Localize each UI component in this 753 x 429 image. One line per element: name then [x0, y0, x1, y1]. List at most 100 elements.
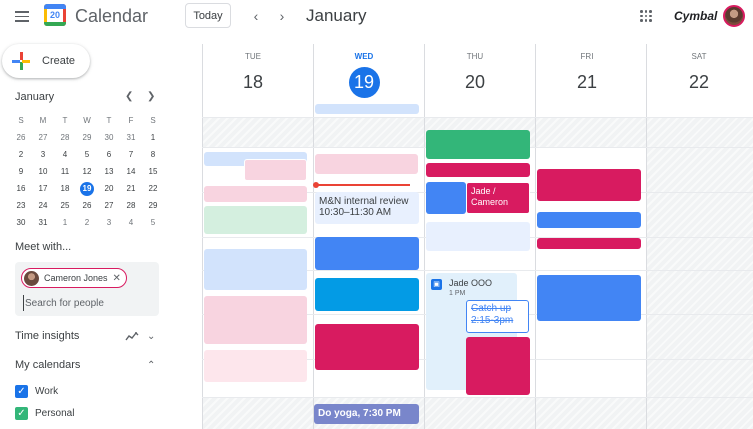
event-title: Do yoga, 7:30 PM	[318, 408, 401, 419]
mini-day[interactable]: 13	[98, 163, 120, 180]
mini-day[interactable]: 3	[32, 146, 54, 163]
calendar-event[interactable]	[204, 296, 307, 344]
mini-day[interactable]: 28	[54, 129, 76, 146]
chevron-up-icon[interactable]: ⌃	[147, 360, 155, 371]
today-button[interactable]: Today	[185, 3, 231, 28]
calendar-event[interactable]	[426, 222, 530, 251]
event-catch-up[interactable]: Catch up 2:15-3pm	[466, 300, 529, 333]
calendar-event[interactable]	[466, 337, 530, 395]
calendar-event[interactable]	[315, 154, 418, 174]
mini-day[interactable]: 15	[142, 163, 164, 180]
create-button[interactable]: Create	[2, 44, 90, 78]
mini-day[interactable]: 16	[10, 180, 32, 197]
person-chip[interactable]: Cameron Jones ✕	[21, 268, 127, 288]
day-header-wed[interactable]: WED 19	[309, 52, 419, 98]
mini-day[interactable]: 6	[98, 146, 120, 163]
mini-day[interactable]: 23	[10, 197, 32, 214]
mini-day[interactable]: 20	[98, 180, 120, 197]
mini-day[interactable]: 1	[142, 129, 164, 146]
mini-day[interactable]: 1	[54, 214, 76, 231]
chevron-right-icon[interactable]: ›	[274, 8, 290, 24]
mini-day[interactable]: 14	[120, 163, 142, 180]
calendar-event[interactable]	[315, 278, 419, 311]
weekday-header: T	[62, 116, 68, 125]
mini-day[interactable]: 29	[142, 197, 164, 214]
calendar-event[interactable]	[426, 182, 466, 214]
calendar-event[interactable]	[204, 350, 307, 382]
mini-day[interactable]: 25	[54, 197, 76, 214]
apps-grid-icon[interactable]	[640, 10, 652, 22]
search-people-input[interactable]	[23, 295, 143, 311]
event-do-yoga[interactable]: Do yoga, 7:30 PM	[314, 404, 419, 424]
mini-day[interactable]: 17	[32, 180, 54, 197]
top-bar: 20 Calendar Today ‹ › January Cymbal	[0, 0, 753, 36]
time-insights-label[interactable]: Time insights	[15, 330, 79, 342]
chevron-down-icon[interactable]: ⌄	[147, 331, 155, 342]
calendar-event[interactable]	[537, 212, 641, 228]
mini-day[interactable]: 31	[120, 129, 142, 146]
person-chip-name: Cameron Jones	[44, 273, 108, 283]
mini-day[interactable]: 30	[98, 129, 120, 146]
mini-day[interactable]: 26	[10, 129, 32, 146]
checkbox-checked-icon[interactable]: ✓	[15, 385, 28, 398]
mini-day[interactable]: 22	[142, 180, 164, 197]
event-jade-cameron[interactable]: Jade / Cameron	[466, 182, 530, 214]
mini-day[interactable]: 27	[32, 129, 54, 146]
mini-day[interactable]: 5	[142, 214, 164, 231]
mini-day[interactable]: 26	[76, 197, 98, 214]
mini-day[interactable]: 18	[54, 180, 76, 197]
checkbox-checked-icon[interactable]: ✓	[15, 407, 28, 420]
mini-day[interactable]: 9	[10, 163, 32, 180]
close-icon[interactable]: ✕	[113, 273, 121, 284]
day-header-sat[interactable]: SAT 22	[644, 52, 753, 97]
calendar-event[interactable]	[537, 238, 641, 249]
mini-day[interactable]: 2	[76, 214, 98, 231]
mini-day[interactable]: 24	[32, 197, 54, 214]
mini-day[interactable]: 4	[54, 146, 76, 163]
main-menu-icon[interactable]	[15, 11, 29, 22]
all-day-event[interactable]	[315, 104, 419, 114]
calendar-item-personal[interactable]: ✓ Personal	[15, 407, 74, 420]
mini-next-month-icon[interactable]: ❯	[147, 91, 155, 102]
calendar-item-work[interactable]: ✓ Work	[15, 385, 58, 398]
calendar-event[interactable]	[537, 275, 641, 321]
chevron-left-icon[interactable]: ‹	[248, 8, 264, 24]
mini-day[interactable]: 11	[54, 163, 76, 180]
event-time: 10:30–11:30 AM	[319, 207, 392, 218]
mini-day[interactable]: 5	[76, 146, 98, 163]
mini-day[interactable]: 27	[98, 197, 120, 214]
mini-day[interactable]: 30	[10, 214, 32, 231]
calendar-event[interactable]	[204, 186, 307, 202]
mini-prev-month-icon[interactable]: ❮	[125, 91, 133, 102]
account-avatar[interactable]	[723, 5, 745, 27]
mini-day[interactable]: 3	[98, 214, 120, 231]
mini-day[interactable]: 31	[32, 214, 54, 231]
event-mn-internal-review[interactable]: M&N internal review 10:30–11:30 AM	[315, 192, 419, 224]
mini-day[interactable]: 29	[76, 129, 98, 146]
mini-day-selected[interactable]: 19	[76, 180, 98, 197]
day-header-tue[interactable]: TUE 18	[198, 52, 308, 97]
mini-day[interactable]: 21	[120, 180, 142, 197]
calendar-event[interactable]	[315, 324, 419, 370]
mini-day[interactable]: 4	[120, 214, 142, 231]
calendar-event[interactable]	[537, 169, 641, 201]
day-header-thu[interactable]: THU 20	[420, 52, 530, 97]
calendar-event[interactable]	[426, 163, 530, 177]
mini-day[interactable]: 7	[120, 146, 142, 163]
calendar-event[interactable]	[426, 130, 530, 159]
calendar-item-label: Personal	[35, 408, 75, 419]
calendar-event[interactable]	[204, 249, 307, 290]
calendar-event[interactable]	[315, 237, 419, 270]
calendar-event[interactable]	[244, 159, 307, 181]
brand-logo: Cymbal	[674, 9, 718, 23]
mini-day[interactable]: 28	[120, 197, 142, 214]
day-of-week: SAT	[691, 52, 707, 61]
insights-chart-icon[interactable]	[125, 331, 139, 344]
mini-day[interactable]: 10	[32, 163, 54, 180]
mini-day[interactable]: 8	[142, 146, 164, 163]
mini-day[interactable]: 2	[10, 146, 32, 163]
calendar-event[interactable]	[204, 206, 307, 234]
mini-day[interactable]: 12	[76, 163, 98, 180]
day-header-fri[interactable]: FRI 21	[532, 52, 642, 97]
my-calendars-title[interactable]: My calendars	[15, 359, 80, 371]
